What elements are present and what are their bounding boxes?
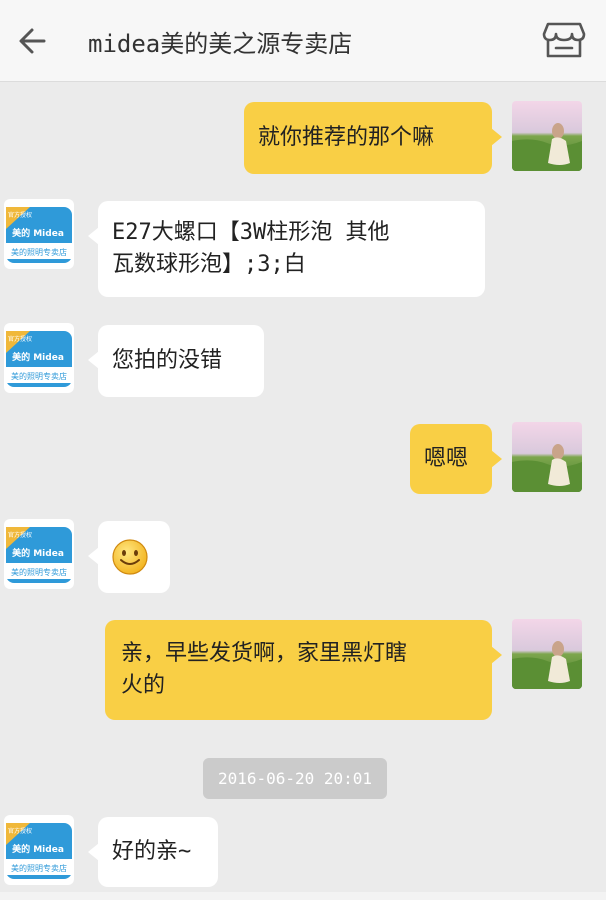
message-bubble-received[interactable]: 好的亲~ [88, 817, 218, 887]
badge-text: 官方授权 [8, 211, 32, 219]
message-text: 嗯嗯 [424, 446, 469, 471]
badge-text: 官方授权 [8, 827, 32, 835]
bottom-edge [0, 892, 606, 900]
shop-avatar[interactable]: 官方授权 美的 Midea 美的照明专卖店 [4, 519, 74, 589]
caption-text: 美的照明专卖店 [11, 863, 67, 873]
user-avatar[interactable] [512, 619, 582, 689]
shop-avatar[interactable]: 官方授权 美的 Midea 美的照明专卖店 [4, 815, 74, 885]
badge-text: 官方授权 [8, 335, 32, 343]
shop-avatar[interactable]: 官方授权 美的 Midea 美的照明专卖店 [4, 199, 74, 269]
arrow-left-icon [19, 28, 46, 54]
page-title: midea美的美之源专卖店 [88, 30, 353, 58]
brand-text: 美的 Midea [12, 547, 64, 559]
brand-text: 美的 Midea [12, 843, 64, 855]
message-bubble-sent[interactable]: 亲，早些发货啊，家里黑灯瞎 火的 [105, 620, 502, 720]
store-button[interactable] [540, 18, 588, 62]
caption-text: 美的照明专卖店 [11, 371, 67, 381]
shop-avatar[interactable]: 官方授权 美的 Midea 美的照明专卖店 [4, 323, 74, 393]
store-icon [542, 22, 586, 58]
top-bar: midea美的美之源专卖店 [0, 0, 606, 82]
user-avatar[interactable] [512, 422, 582, 492]
caption-text: 美的照明专卖店 [11, 247, 67, 257]
smile-emoji-icon [112, 539, 148, 575]
message-text: 好的亲~ [112, 839, 192, 864]
message-bubble-sent[interactable]: 嗯嗯 [410, 424, 502, 494]
brand-text: 美的 Midea [12, 351, 64, 363]
badge-text: 官方授权 [8, 531, 32, 539]
message-text-line: E27大螺口【3W柱形泡 其他 [112, 220, 390, 245]
message-text: 您拍的没错 [112, 348, 223, 373]
back-button[interactable] [12, 20, 54, 62]
message-bubble-sent[interactable]: 就你推荐的那个嘛 [244, 102, 502, 174]
message-text-line: 亲，早些发货啊，家里黑灯瞎 [121, 641, 408, 666]
message-bubble-received[interactable] [88, 521, 170, 593]
message-text: 就你推荐的那个嘛 [258, 125, 435, 150]
brand-text: 美的 Midea [12, 227, 64, 239]
caption-text: 美的照明专卖店 [11, 567, 67, 577]
user-avatar[interactable] [512, 101, 582, 171]
message-bubble-received[interactable]: 您拍的没错 [88, 325, 264, 397]
timestamp-badge: 2016-06-20 20:01 [203, 758, 387, 799]
message-text-line: 火的 [121, 673, 166, 698]
message-bubble-received[interactable]: E27大螺口【3W柱形泡 其他 瓦数球形泡】;3;白 [88, 201, 485, 297]
message-text-line: 瓦数球形泡】;3;白 [112, 252, 306, 277]
